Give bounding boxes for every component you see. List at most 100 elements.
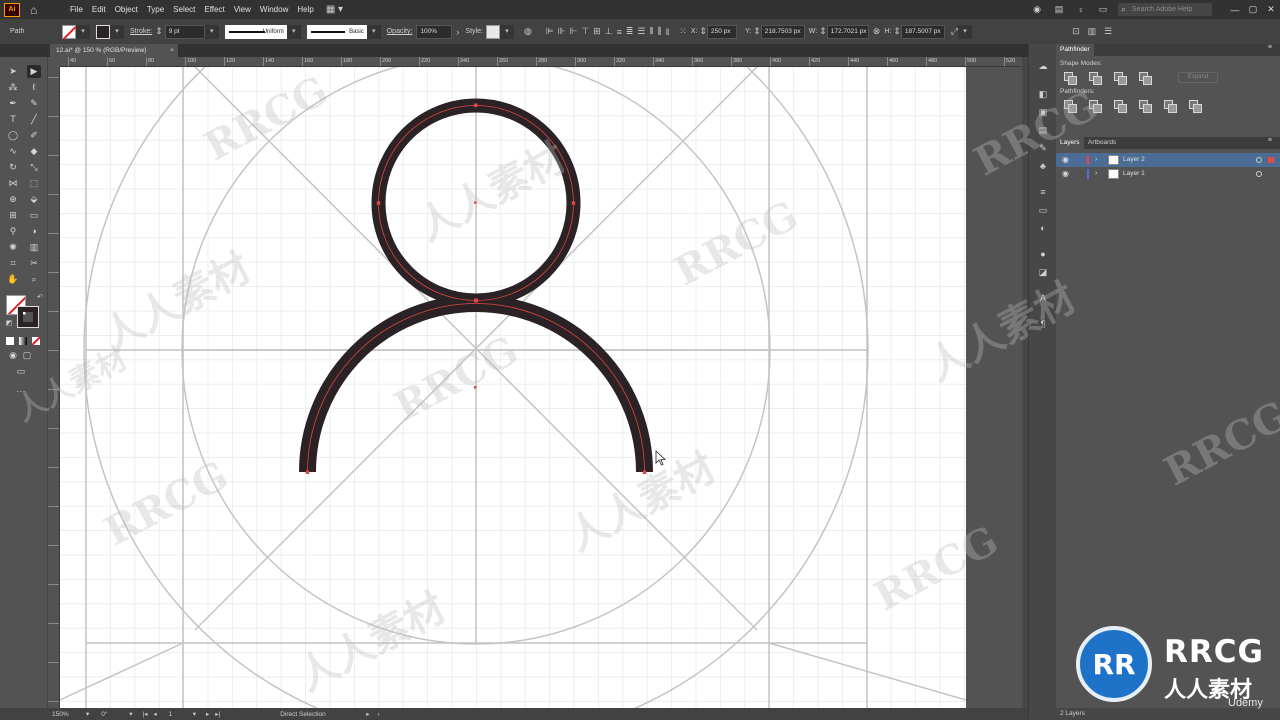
shaper-tool-icon[interactable]: ∿ [6, 145, 20, 158]
brushes-icon[interactable]: ✎ [1036, 142, 1050, 154]
properties-icon[interactable]: ◧ [1036, 88, 1050, 100]
eraser-tool-icon[interactable]: ◆ [27, 145, 41, 158]
w-stepper-icon[interactable]: ⇕ [819, 26, 827, 37]
expand-layer-chevron-icon[interactable]: › [1095, 167, 1097, 181]
tab-layers[interactable]: Layers [1056, 137, 1084, 149]
opacity-arrow-icon[interactable]: › [456, 27, 459, 37]
align-left-icon[interactable]: ⊫ [546, 26, 554, 37]
layer-row[interactable]: ◉ › Layer 1 [1056, 167, 1280, 181]
transform-icon[interactable]: ⤢ [951, 26, 958, 37]
h-field[interactable]: 187.5007 px [900, 24, 945, 39]
free-transform-tool-icon[interactable]: ⬚ [27, 177, 41, 190]
screen-mode-icon[interactable]: ▭ [14, 365, 28, 378]
layer-name[interactable]: Layer 1 [1123, 167, 1145, 181]
distribute-center-icon[interactable]: ≣ [626, 26, 634, 37]
shape-builder-tool-icon[interactable]: ⊕ [6, 193, 20, 206]
ellipse-tool-icon[interactable]: ◯ [6, 129, 20, 142]
color-mode-icon[interactable] [6, 337, 14, 345]
stroke-color-swatch[interactable] [17, 306, 39, 328]
draw-mode-icon[interactable]: ◉ [6, 349, 20, 362]
align-center-icon[interactable]: ⊪ [558, 26, 566, 37]
menu-edit[interactable]: Edit [92, 5, 106, 14]
selection-tool-icon[interactable]: ➤ [6, 65, 20, 78]
brush-dropdown-icon[interactable]: ▾ [366, 24, 381, 39]
none-mode-icon[interactable] [32, 337, 40, 345]
artboard-tool-icon[interactable]: ⌗ [6, 257, 20, 270]
visibility-eye-icon[interactable]: ◉ [1062, 167, 1069, 181]
align-middle-icon[interactable]: ⊞ [593, 26, 601, 37]
menu-window[interactable]: Window [260, 5, 288, 14]
x-stepper-icon[interactable]: ⇕ [699, 26, 707, 37]
align-top-icon[interactable]: ⊤ [581, 26, 589, 37]
menu-object[interactable]: Object [115, 5, 138, 14]
menu-effect[interactable]: Effect [204, 5, 224, 14]
layer-name[interactable]: Layer 2 [1123, 153, 1145, 167]
menu-file[interactable]: File [70, 5, 83, 14]
hand-tool-icon[interactable]: ✋ [6, 273, 20, 286]
column-graph-tool-icon[interactable]: ▥ [27, 241, 41, 254]
artboard-dropdown-icon[interactable]: ▾ [193, 710, 196, 718]
curvature-tool-icon[interactable]: ✎ [27, 97, 41, 110]
align-bottom-icon[interactable]: ⊥ [605, 26, 613, 37]
distribute-top-icon[interactable]: ≡ [617, 27, 622, 37]
panel-menu-icon[interactable]: ☰ [1104, 26, 1112, 37]
y-stepper-icon[interactable]: ⇕ [753, 26, 761, 37]
character-icon[interactable]: A [1036, 292, 1050, 304]
eyedropper-tool-icon[interactable]: ⚲ [6, 225, 20, 238]
stroke-dropdown-icon[interactable]: ▾ [110, 24, 124, 39]
expand-layer-chevron-icon[interactable]: › [1095, 153, 1097, 167]
visibility-eye-icon[interactable]: ◉ [1062, 153, 1069, 167]
opacity-field[interactable]: 100% [416, 24, 453, 39]
fill-swatch[interactable] [62, 24, 76, 39]
h-stepper-icon[interactable]: ⇕ [893, 26, 901, 37]
unite-icon[interactable] [1064, 71, 1077, 85]
stroke-weight-field[interactable]: 9 pt [164, 24, 205, 39]
type-tool-icon[interactable]: T [6, 113, 20, 126]
lasso-tool-icon[interactable]: ℓ [27, 81, 41, 94]
transparency-icon[interactable]: ◐ [1036, 222, 1050, 234]
arrange-documents-icon[interactable]: ▤ [1052, 4, 1066, 15]
zoom-dropdown-icon[interactable]: ▾ [86, 710, 89, 718]
close-document-icon[interactable]: × [170, 44, 174, 57]
recolor-artwork-icon[interactable]: ◍ [524, 26, 532, 37]
stroke-panel-icon[interactable]: ≡ [1036, 186, 1050, 198]
live-paint-tool-icon[interactable]: ⬙ [27, 193, 41, 206]
symbol-sprayer-tool-icon[interactable]: ✺ [6, 241, 20, 254]
menu-view[interactable]: View [234, 5, 251, 14]
rotate-tool-icon[interactable]: ↻ [6, 161, 20, 174]
scale-tool-icon[interactable]: ⤡ [27, 161, 41, 174]
zoom-level[interactable]: 150% [52, 711, 82, 718]
fill-dropdown-icon[interactable]: ▾ [76, 24, 90, 39]
paintbrush-tool-icon[interactable]: ✐ [27, 129, 41, 142]
outline-icon[interactable] [1164, 99, 1177, 113]
first-artboard-icon[interactable]: |◂ [143, 710, 148, 718]
layer-target-icon[interactable] [1256, 157, 1262, 163]
layers-menu-icon[interactable]: ≡ [1268, 137, 1272, 144]
arrange-icon[interactable]: ▥ [1088, 26, 1097, 37]
w-field[interactable]: 172.7021 px [826, 24, 869, 39]
draw-behind-icon[interactable]: ▢ [20, 349, 34, 362]
export-icon[interactable]: ▣ [1036, 106, 1050, 118]
tab-pathfinder[interactable]: Pathfinder [1056, 44, 1094, 56]
swap-fill-stroke-icon[interactable]: ↶ [33, 291, 47, 304]
blend-tool-icon[interactable]: ◑ [27, 225, 41, 238]
minimize-icon[interactable]: — [1226, 5, 1244, 15]
cc-libraries-icon[interactable]: ☁ [1036, 60, 1050, 72]
distribute-hcenter-icon[interactable]: ⫼ [657, 26, 661, 37]
expand-button[interactable]: Expand [1178, 71, 1218, 83]
maximize-icon[interactable]: ▢ [1244, 4, 1262, 15]
graphic-style-swatch[interactable] [485, 24, 500, 39]
artboard-number[interactable]: 1 [169, 711, 189, 718]
tab-artboards[interactable]: Artboards [1084, 137, 1120, 149]
gradient-mode-icon[interactable] [19, 337, 27, 345]
layer-target-icon[interactable] [1256, 171, 1262, 177]
rotation-dropdown-icon[interactable]: ▾ [129, 710, 132, 718]
menu-select[interactable]: Select [173, 5, 195, 14]
rotation-value[interactable]: 0° [101, 711, 125, 718]
distribute-left-icon[interactable]: ⦀ [649, 26, 653, 37]
stroke-label[interactable]: Stroke: [130, 28, 152, 35]
appearance-icon[interactable]: ● [1036, 248, 1050, 260]
link-proportions-icon[interactable]: ⊗ [873, 26, 881, 37]
user-icon[interactable]: ◉ [1030, 4, 1044, 15]
slice-tool-icon[interactable]: ✂ [27, 257, 41, 270]
